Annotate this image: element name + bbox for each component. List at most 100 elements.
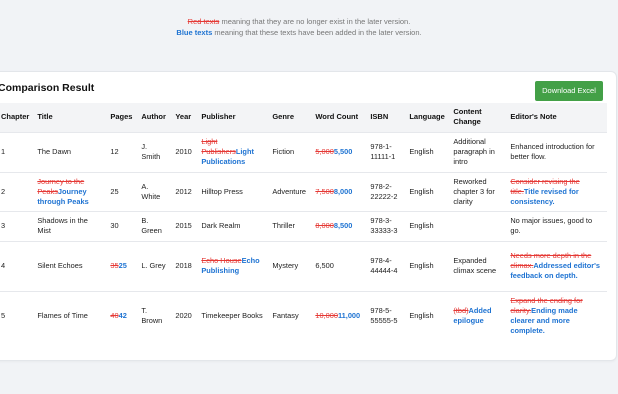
cell-note: Needs more depth in the climax.Addressed…	[506, 240, 608, 291]
cell-author: J. Smith	[137, 131, 172, 172]
cell-note: Consider revising the title.Title revise…	[506, 171, 608, 211]
legend-added: Blue texts meaning that these texts have…	[0, 28, 598, 37]
cell-title: Silent Echoes	[33, 240, 107, 291]
cell-title: Shadows in the Mist	[33, 210, 107, 241]
cell-text: A. White	[141, 181, 161, 201]
cell-language: English	[405, 131, 450, 172]
deleted-text: Light Publishers	[201, 137, 236, 156]
cell-genre: Mystery	[268, 240, 312, 291]
cell-publisher: Hilltop Press	[197, 171, 269, 211]
cell-text: Flames of Time	[37, 311, 88, 321]
cell-title: Journey to the PeaksJourney through Peak…	[33, 171, 107, 211]
cell-word-count: 5,0005,500	[311, 131, 367, 172]
cell-author: B. Green	[137, 210, 172, 241]
cell-text: Timekeeper Books	[201, 311, 263, 321]
cell-title: Flames of Time	[33, 290, 107, 341]
deleted-text: 5,000	[315, 147, 334, 156]
cell-content-change: Reworked chapter 3 for clarity	[449, 171, 507, 211]
cell-pages: 12	[106, 131, 138, 172]
cell-word-count: 8,0008,500	[311, 210, 367, 241]
cell-chapter: 3	[0, 210, 34, 241]
legend-red-text: meaning that they are no longer exist in…	[219, 17, 411, 26]
deleted-text: (tbd)	[453, 306, 469, 316]
cell-text: Thriller	[272, 221, 295, 230]
cell-text: 978-3-33333-3	[370, 216, 398, 235]
table-row: 2 Journey to the PeaksJourney through Pea…	[0, 171, 608, 211]
download-excel-button[interactable]: Download Excel	[535, 81, 603, 101]
cell-publisher: Dark Realm	[197, 210, 269, 241]
comparison-card: Comparison Result Download Excel Chapter…	[0, 71, 617, 361]
cell-text: Reworked chapter 3 for clarity	[453, 176, 495, 206]
cell-text: J. Smith	[141, 142, 161, 161]
cell-content-change: Expanded climax scene	[449, 240, 507, 291]
cell-text: 2015	[175, 221, 192, 230]
cell-text: Additional paragraph in intro	[453, 137, 495, 166]
col-editors-note: Editor's Note	[506, 103, 608, 132]
cell-text: English	[409, 261, 434, 270]
legend-blue-text: meaning that these texts have been added…	[212, 28, 422, 37]
cell-year: 2015	[171, 210, 198, 241]
cell-text: 3	[1, 221, 6, 230]
comparison-table: Chapter Title Pages Author Year Publishe…	[0, 103, 608, 341]
cell-text: Dark Realm	[201, 221, 241, 230]
cell-note: Expand the ending for clarity.Ending mad…	[506, 290, 608, 341]
added-text: 8,000	[333, 186, 353, 196]
col-genre: Genre	[268, 103, 312, 132]
table-row: 4 Silent Echoes 3525 L. Grey 2018 Echo HouseE…	[0, 240, 608, 291]
cell-text: English	[409, 147, 434, 156]
cell-isbn: 978-3-33333-3	[366, 210, 406, 241]
cell-year: 2010	[171, 131, 198, 172]
cell-text: English	[409, 311, 434, 321]
cell-isbn: 978-4-44444-4	[366, 240, 406, 291]
cell-text: L. Grey	[141, 261, 166, 270]
cell-text: 1	[1, 147, 6, 156]
cell-year: 2020	[171, 290, 198, 341]
cell-text: Adventure	[272, 186, 307, 196]
cell-text: Silent Echoes	[37, 261, 83, 270]
deleted-text: Echo House	[201, 256, 242, 265]
cell-title: The Dawn	[33, 131, 107, 172]
cell-chapter: 4	[0, 240, 34, 291]
cell-isbn: 978-5-55555-5	[366, 290, 406, 341]
cell-author: L. Grey	[137, 240, 172, 291]
cell-text: 4	[1, 261, 6, 270]
cell-genre: Fantasy	[268, 290, 312, 341]
col-title: Title	[33, 103, 107, 132]
table-row: 5 Flames of Time 4042 T. Brown 2020 Timekeepe…	[0, 290, 608, 341]
cell-genre: Adventure	[268, 171, 312, 211]
col-publisher: Publisher	[197, 103, 269, 132]
cell-language: English	[405, 290, 450, 341]
cell-text: 2020	[175, 311, 192, 321]
cell-content-change	[449, 210, 507, 241]
deleted-text: 7,500	[315, 186, 334, 196]
cell-year: 2018	[171, 240, 198, 291]
cell-publisher: Echo HouseEcho Publishing	[197, 240, 269, 291]
col-pages: Pages	[106, 103, 138, 132]
col-chapter: Chapter	[0, 103, 34, 132]
col-content-change: Content Change	[449, 103, 507, 132]
cell-text: Enhanced introduction for better flow.	[510, 142, 595, 161]
cell-publisher: Light PublishersLight Publications	[197, 131, 269, 172]
cell-year: 2012	[171, 171, 198, 211]
cell-text: Mystery	[272, 261, 299, 270]
cell-content-change: Additional paragraph in intro	[449, 131, 507, 172]
cell-text: English	[409, 186, 434, 196]
added-text: 11,000	[337, 311, 361, 321]
table-row: 3 Shadows in the Mist 30 B. Green 2015 Dark R…	[0, 210, 608, 241]
cell-isbn: 978-2-22222-2	[366, 171, 406, 211]
cell-text: 978-5-55555-5	[370, 306, 398, 326]
cell-language: English	[405, 210, 450, 241]
cell-text: 5	[1, 311, 6, 321]
deleted-text: 35	[110, 261, 119, 270]
added-text: 5,500	[333, 147, 353, 156]
added-text: 42	[118, 311, 127, 321]
cell-text: No major issues, good to go.	[510, 216, 593, 235]
col-language: Language	[405, 103, 450, 132]
cell-text: 2010	[175, 147, 192, 156]
page-title: Comparison Result	[0, 82, 95, 94]
deleted-text: 40	[110, 311, 119, 321]
cell-language: English	[405, 240, 450, 291]
cell-word-count: 7,5008,000	[311, 171, 367, 211]
cell-text: Fiction	[272, 147, 295, 156]
col-word-count: Word Count	[311, 103, 367, 132]
